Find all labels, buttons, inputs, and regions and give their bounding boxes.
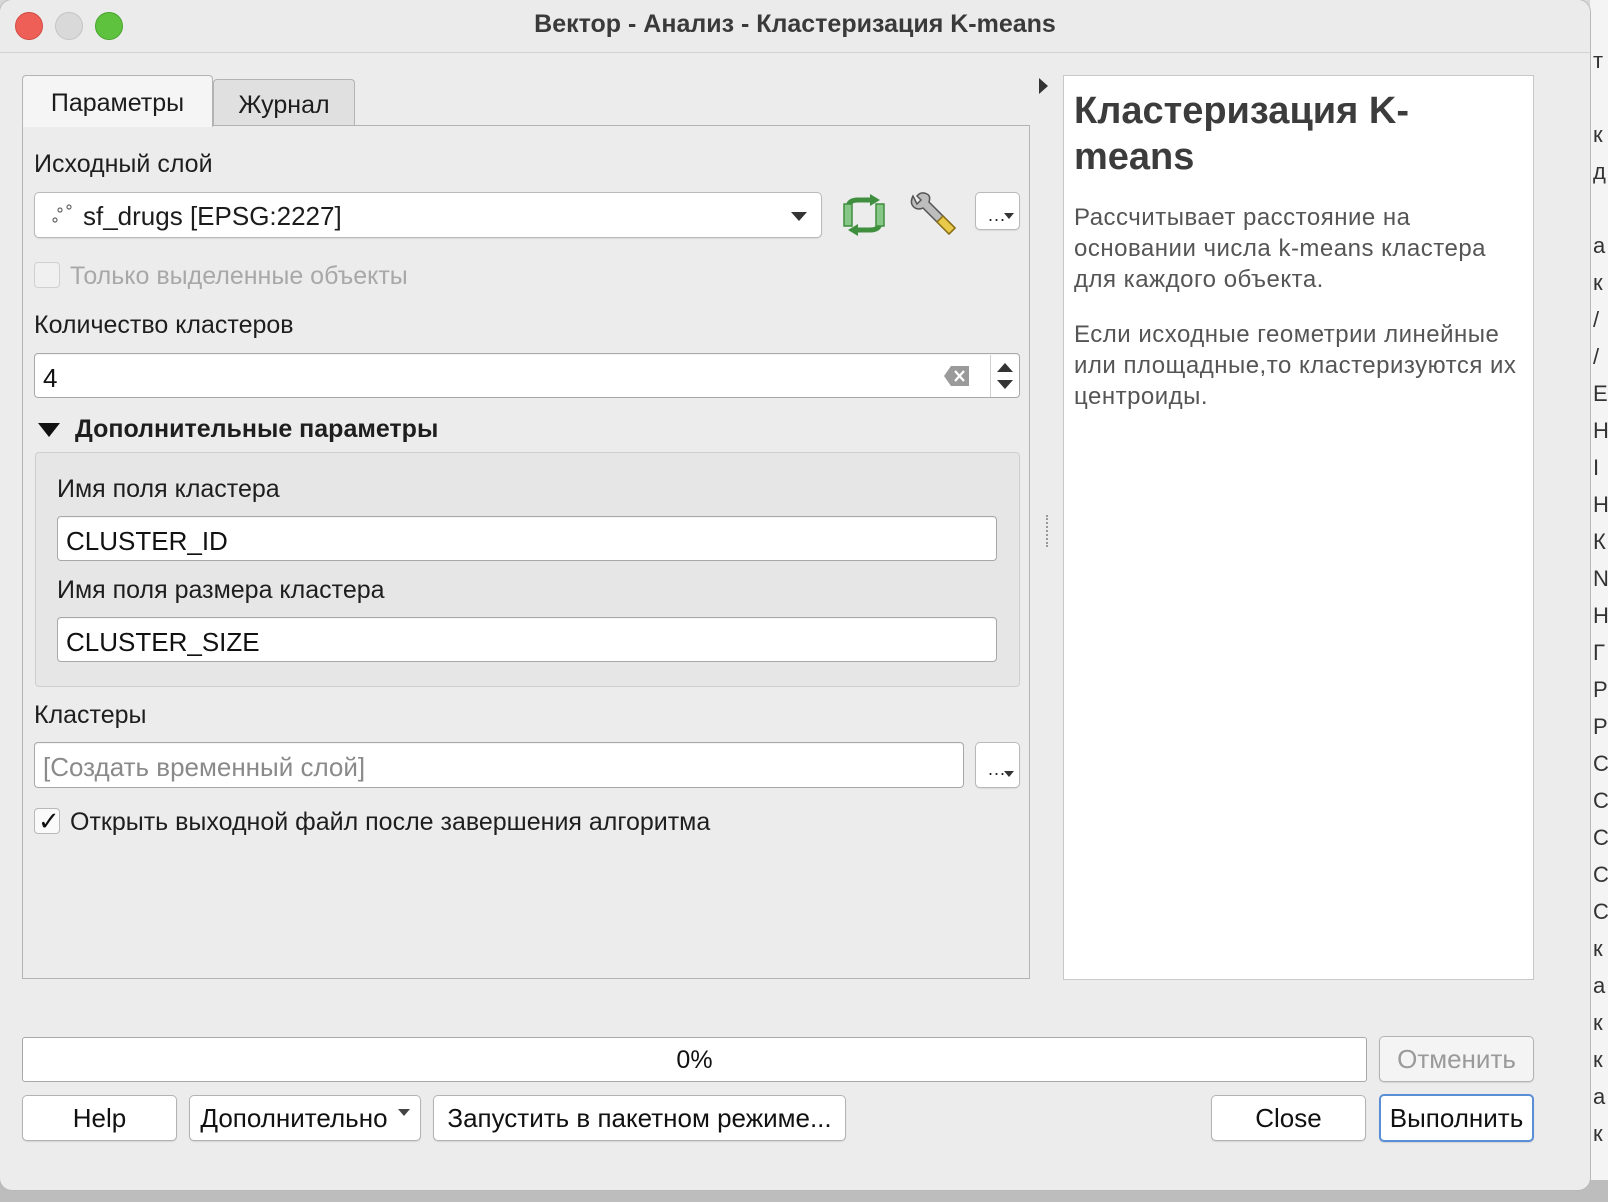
background-text: I <box>1593 455 1600 480</box>
spin-up-icon[interactable] <box>997 363 1013 372</box>
input-layer-options-button[interactable]: ... <box>975 192 1020 230</box>
background-text: С <box>1593 862 1608 887</box>
background-text: т <box>1593 48 1604 73</box>
progress-label: 0% <box>676 1046 713 1074</box>
output-destination-input[interactable]: [Создать временный слой] <box>34 742 964 788</box>
window-title: Вектор - Анализ - Кластеризация K-means <box>534 10 1056 38</box>
run-batch-button[interactable]: Запустить в пакетном режиме... <box>433 1095 846 1141</box>
cancel-button[interactable]: Отменить <box>1379 1036 1534 1082</box>
background-text: К <box>1593 529 1606 554</box>
collapse-help-arrow-icon[interactable] <box>1039 78 1048 94</box>
output-options-button[interactable]: ... <box>975 742 1020 788</box>
background-text: Г <box>1593 640 1605 665</box>
input-layer-value: sf_drugs [EPSG:2227] <box>83 201 342 231</box>
checkmark-icon: ✓ <box>38 806 60 836</box>
run-button[interactable]: Выполнить <box>1379 1094 1534 1142</box>
open-output-checkbox[interactable]: ✓ <box>34 806 60 836</box>
processing-dialog: Вектор - Анализ - Кластеризация K-means … <box>0 0 1590 1190</box>
background-text: С <box>1593 899 1608 924</box>
cluster-size-field-input[interactable]: CLUSTER_SIZE <box>57 617 997 662</box>
cluster-count-spinbox[interactable]: 4 <box>34 353 1020 398</box>
spin-down-icon[interactable] <box>997 380 1013 389</box>
background-text: Н <box>1593 418 1608 443</box>
chevron-down-icon <box>791 212 807 221</box>
tab-log[interactable]: Журнал <box>213 79 355 126</box>
background-text: Р <box>1593 677 1608 702</box>
cluster-field-label: Имя поля кластера <box>57 475 280 503</box>
tab-parameters[interactable]: Параметры <box>22 75 213 127</box>
cluster-field-input[interactable]: CLUSTER_ID <box>57 516 997 561</box>
background-text: N <box>1593 566 1608 591</box>
background-text: к <box>1593 1121 1603 1146</box>
background-text: / <box>1593 344 1600 369</box>
clear-icon[interactable] <box>943 365 971 387</box>
close-button[interactable]: Close <box>1211 1095 1366 1141</box>
background-text: к <box>1593 270 1603 295</box>
background-text: к <box>1593 122 1603 147</box>
selected-only-label: Только выделенные объекты <box>70 262 408 290</box>
background-text: к <box>1593 1047 1603 1072</box>
help-title: Кластеризация K-means <box>1074 90 1409 178</box>
background-text: а <box>1593 233 1606 258</box>
cluster-count-label: Количество кластеров <box>34 311 294 339</box>
background-text: д <box>1593 159 1606 184</box>
open-output-label: Открыть выходной файл после завершения а… <box>70 808 711 836</box>
cluster-size-field-label: Имя поля размера кластера <box>57 576 385 604</box>
background-text: Н <box>1593 492 1608 517</box>
help-paragraph-2: Если исходные геометрии линейные или пло… <box>1074 321 1517 410</box>
background-text: / <box>1593 307 1600 332</box>
background-text: а <box>1593 1084 1606 1109</box>
background-text: к <box>1593 1010 1603 1035</box>
background-window-edge: т к д а к / / Е Н I Н К N Н Г Р Р С С С С Ск а к к а к <box>1590 0 1608 1202</box>
point-layer-icon <box>52 204 72 223</box>
background-text: Н <box>1593 603 1608 628</box>
background-text: С <box>1593 751 1608 776</box>
advanced-params-header[interactable]: Дополнительные параметры <box>75 415 438 444</box>
help-panel: Кластеризация K-means Рассчитывает расст… <box>1063 75 1534 980</box>
progress-bar: 0% <box>22 1037 1367 1082</box>
iterate-refresh-icon[interactable] <box>840 194 888 236</box>
help-paragraph-1: Рассчитывает расстояние на основании чис… <box>1074 204 1487 293</box>
chevron-down-icon <box>1004 213 1014 219</box>
background-text: Р <box>1593 714 1608 739</box>
input-layer-combo[interactable]: sf_drugs [EPSG:2227] <box>34 192 822 238</box>
output-label: Кластеры <box>34 701 147 729</box>
input-layer-label: Исходный слой <box>34 150 213 178</box>
background-text: Е <box>1593 381 1608 406</box>
chevron-down-icon <box>1004 771 1014 777</box>
chevron-down-icon <box>397 1108 410 1116</box>
advanced-menu-button[interactable]: Дополнительно <box>189 1095 421 1141</box>
background-text: к <box>1593 936 1603 961</box>
collapse-triangle-icon[interactable] <box>38 423 60 437</box>
wrench-icon[interactable] <box>907 192 961 242</box>
background-text: а <box>1593 973 1606 998</box>
background-text: С <box>1593 788 1608 813</box>
title-bar[interactable]: Вектор - Анализ - Кластеризация K-means <box>0 0 1590 53</box>
cluster-count-value: 4 <box>43 363 58 393</box>
selected-only-checkbox[interactable] <box>34 262 60 288</box>
background-text: С <box>1593 825 1608 850</box>
splitter-handle[interactable] <box>1046 515 1051 547</box>
help-button[interactable]: Help <box>22 1095 177 1141</box>
